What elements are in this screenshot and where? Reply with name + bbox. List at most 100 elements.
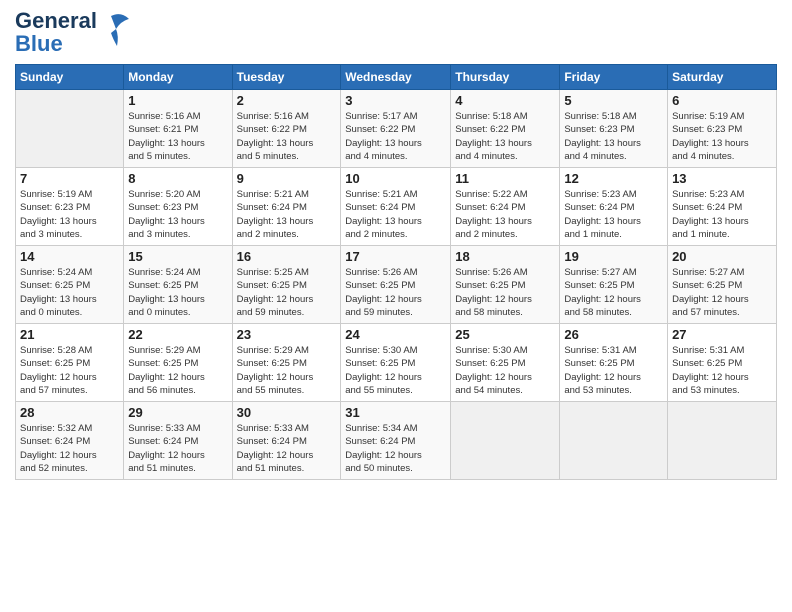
day-number: 3 <box>345 93 446 108</box>
day-info: Sunrise: 5:19 AM Sunset: 6:23 PM Dayligh… <box>20 188 119 241</box>
day-info: Sunrise: 5:16 AM Sunset: 6:22 PM Dayligh… <box>237 110 337 163</box>
calendar-cell: 2 Sunrise: 5:16 AM Sunset: 6:22 PM Daylig… <box>232 90 341 168</box>
day-info: Sunrise: 5:27 AM Sunset: 6:25 PM Dayligh… <box>564 266 663 319</box>
day-info: Sunrise: 5:33 AM Sunset: 6:24 PM Dayligh… <box>237 422 337 475</box>
day-number: 20 <box>672 249 772 264</box>
calendar-cell: 5Sunrise: 5:18 AM Sunset: 6:23 PM Daylig… <box>560 90 668 168</box>
weekday-header-thursday: Thursday <box>451 65 560 90</box>
day-number: 31 <box>345 405 446 420</box>
calendar-cell: 13 Sunrise: 5:23 AM Sunset: 6:24 PM Dayli… <box>668 168 777 246</box>
calendar-cell: 26 Sunrise: 5:31 AM Sunset: 6:25 PM Dayli… <box>560 324 668 402</box>
day-info: Sunrise: 5:23 AM Sunset: 6:24 PM Dayligh… <box>672 188 772 241</box>
day-info: Sunrise: 5:28 AM Sunset: 6:25 PM Dayligh… <box>20 344 119 397</box>
calendar-cell <box>451 402 560 480</box>
day-info: Sunrise: 5:33 AM Sunset: 6:24 PM Dayligh… <box>128 422 227 475</box>
day-info: Sunrise: 5:31 AM Sunset: 6:25 PM Dayligh… <box>564 344 663 397</box>
logo-blue: Blue <box>15 31 63 56</box>
calendar-cell: 9 Sunrise: 5:21 AM Sunset: 6:24 PM Daylig… <box>232 168 341 246</box>
day-number: 26 <box>564 327 663 342</box>
day-info: Sunrise: 5:24 AM Sunset: 6:25 PM Dayligh… <box>128 266 227 319</box>
calendar-cell <box>16 90 124 168</box>
day-info: Sunrise: 5:18 AM Sunset: 6:22 PM Dayligh… <box>455 110 555 163</box>
day-number: 2 <box>237 93 337 108</box>
header: General Blue <box>15 10 777 56</box>
day-info: Sunrise: 5:23 AM Sunset: 6:24 PM Dayligh… <box>564 188 663 241</box>
calendar-table: SundayMondayTuesdayWednesdayThursdayFrid… <box>15 64 777 480</box>
calendar-cell: 7 Sunrise: 5:19 AM Sunset: 6:23 PM Daylig… <box>16 168 124 246</box>
day-number: 7 <box>20 171 119 186</box>
week-row-1: 7 Sunrise: 5:19 AM Sunset: 6:23 PM Daylig… <box>16 168 777 246</box>
weekday-header-saturday: Saturday <box>668 65 777 90</box>
day-info: Sunrise: 5:31 AM Sunset: 6:25 PM Dayligh… <box>672 344 772 397</box>
day-number: 12 <box>564 171 663 186</box>
day-number: 10 <box>345 171 446 186</box>
day-number: 15 <box>128 249 227 264</box>
calendar-cell <box>668 402 777 480</box>
day-number: 18 <box>455 249 555 264</box>
calendar-cell <box>560 402 668 480</box>
logo-general: General <box>15 8 97 33</box>
day-info: Sunrise: 5:29 AM Sunset: 6:25 PM Dayligh… <box>128 344 227 397</box>
week-row-0: 1 Sunrise: 5:16 AM Sunset: 6:21 PM Daylig… <box>16 90 777 168</box>
day-number: 23 <box>237 327 337 342</box>
day-number: 9 <box>237 171 337 186</box>
calendar-cell: 22Sunrise: 5:29 AM Sunset: 6:25 PM Dayli… <box>124 324 232 402</box>
calendar-cell: 31Sunrise: 5:34 AM Sunset: 6:24 PM Dayli… <box>341 402 451 480</box>
calendar-cell: 30 Sunrise: 5:33 AM Sunset: 6:24 PM Dayli… <box>232 402 341 480</box>
day-info: Sunrise: 5:32 AM Sunset: 6:24 PM Dayligh… <box>20 422 119 475</box>
day-number: 4 <box>455 93 555 108</box>
day-number: 30 <box>237 405 337 420</box>
day-number: 5 <box>564 93 663 108</box>
calendar-cell: 29 Sunrise: 5:33 AM Sunset: 6:24 PM Dayli… <box>124 402 232 480</box>
day-number: 1 <box>128 93 227 108</box>
logo-bird-icon <box>101 11 131 51</box>
day-number: 21 <box>20 327 119 342</box>
week-row-2: 14 Sunrise: 5:24 AM Sunset: 6:25 PM Dayli… <box>16 246 777 324</box>
week-row-4: 28 Sunrise: 5:32 AM Sunset: 6:24 PM Dayli… <box>16 402 777 480</box>
calendar-cell: 28 Sunrise: 5:32 AM Sunset: 6:24 PM Dayli… <box>16 402 124 480</box>
day-info: Sunrise: 5:27 AM Sunset: 6:25 PM Dayligh… <box>672 266 772 319</box>
calendar-cell: 1 Sunrise: 5:16 AM Sunset: 6:21 PM Daylig… <box>124 90 232 168</box>
day-info: Sunrise: 5:22 AM Sunset: 6:24 PM Dayligh… <box>455 188 555 241</box>
calendar-cell: 19Sunrise: 5:27 AM Sunset: 6:25 PM Dayli… <box>560 246 668 324</box>
weekday-header-tuesday: Tuesday <box>232 65 341 90</box>
week-row-3: 21 Sunrise: 5:28 AM Sunset: 6:25 PM Dayli… <box>16 324 777 402</box>
day-info: Sunrise: 5:24 AM Sunset: 6:25 PM Dayligh… <box>20 266 119 319</box>
day-info: Sunrise: 5:30 AM Sunset: 6:25 PM Dayligh… <box>455 344 555 397</box>
calendar-cell: 18Sunrise: 5:26 AM Sunset: 6:25 PM Dayli… <box>451 246 560 324</box>
day-number: 8 <box>128 171 227 186</box>
day-number: 28 <box>20 405 119 420</box>
day-number: 14 <box>20 249 119 264</box>
day-number: 29 <box>128 405 227 420</box>
day-info: Sunrise: 5:29 AM Sunset: 6:25 PM Dayligh… <box>237 344 337 397</box>
day-number: 24 <box>345 327 446 342</box>
day-info: Sunrise: 5:21 AM Sunset: 6:24 PM Dayligh… <box>345 188 446 241</box>
day-number: 25 <box>455 327 555 342</box>
day-info: Sunrise: 5:16 AM Sunset: 6:21 PM Dayligh… <box>128 110 227 163</box>
day-info: Sunrise: 5:17 AM Sunset: 6:22 PM Dayligh… <box>345 110 446 163</box>
day-number: 16 <box>237 249 337 264</box>
calendar-cell: 23 Sunrise: 5:29 AM Sunset: 6:25 PM Dayli… <box>232 324 341 402</box>
calendar-cell: 24Sunrise: 5:30 AM Sunset: 6:25 PM Dayli… <box>341 324 451 402</box>
day-number: 27 <box>672 327 772 342</box>
calendar-cell: 27 Sunrise: 5:31 AM Sunset: 6:25 PM Dayli… <box>668 324 777 402</box>
weekday-header-monday: Monday <box>124 65 232 90</box>
day-info: Sunrise: 5:21 AM Sunset: 6:24 PM Dayligh… <box>237 188 337 241</box>
calendar-cell: 17Sunrise: 5:26 AM Sunset: 6:25 PM Dayli… <box>341 246 451 324</box>
day-info: Sunrise: 5:25 AM Sunset: 6:25 PM Dayligh… <box>237 266 337 319</box>
weekday-header-friday: Friday <box>560 65 668 90</box>
calendar-cell: 25 Sunrise: 5:30 AM Sunset: 6:25 PM Dayli… <box>451 324 560 402</box>
calendar-cell: 21 Sunrise: 5:28 AM Sunset: 6:25 PM Dayli… <box>16 324 124 402</box>
weekday-header-row: SundayMondayTuesdayWednesdayThursdayFrid… <box>16 65 777 90</box>
calendar-cell: 6Sunrise: 5:19 AM Sunset: 6:23 PM Daylig… <box>668 90 777 168</box>
day-number: 6 <box>672 93 772 108</box>
calendar-cell: 20 Sunrise: 5:27 AM Sunset: 6:25 PM Dayli… <box>668 246 777 324</box>
day-number: 17 <box>345 249 446 264</box>
calendar-cell: 15 Sunrise: 5:24 AM Sunset: 6:25 PM Dayli… <box>124 246 232 324</box>
calendar-container: General Blue SundayMondayTuesdayWednesda… <box>0 0 792 490</box>
day-number: 13 <box>672 171 772 186</box>
logo: General Blue <box>15 10 131 56</box>
calendar-cell: 8Sunrise: 5:20 AM Sunset: 6:23 PM Daylig… <box>124 168 232 246</box>
calendar-cell: 3 Sunrise: 5:17 AM Sunset: 6:22 PM Daylig… <box>341 90 451 168</box>
calendar-cell: 12 Sunrise: 5:23 AM Sunset: 6:24 PM Dayli… <box>560 168 668 246</box>
